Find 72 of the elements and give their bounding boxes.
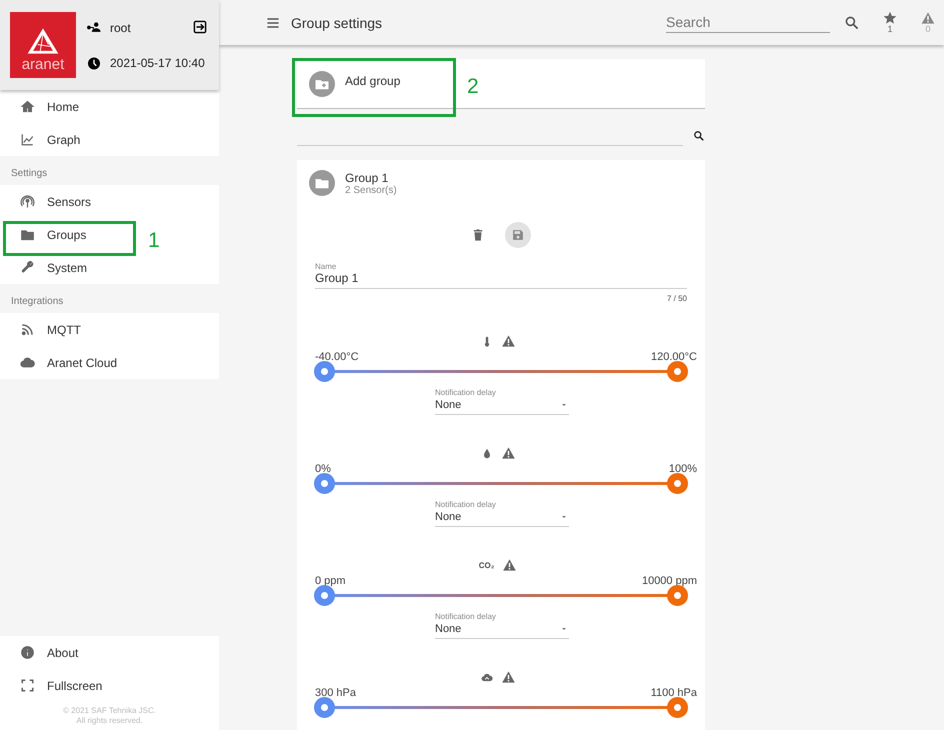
slider-thumb[interactable] bbox=[314, 473, 335, 494]
min-value: 300 hPa bbox=[315, 687, 356, 699]
logo-text: aranet bbox=[22, 56, 64, 74]
max-value: 120.00°C bbox=[651, 351, 697, 363]
cloud-icon bbox=[20, 355, 35, 370]
callout-number: 2 bbox=[467, 75, 479, 99]
favorites-button[interactable]: 1 bbox=[882, 11, 898, 34]
warning-icon bbox=[500, 446, 516, 460]
slider-thumb[interactable] bbox=[314, 697, 335, 718]
save-button[interactable] bbox=[505, 222, 531, 248]
nav-item[interactable]: Graph bbox=[0, 123, 120, 156]
fullscreen-icon bbox=[20, 678, 35, 693]
section-title: Integrations bbox=[10, 295, 64, 309]
slider-thumb[interactable] bbox=[667, 473, 688, 494]
max-value: 100% bbox=[668, 463, 697, 475]
chart-icon bbox=[20, 132, 35, 147]
nav-item[interactable]: Aranet Cloud bbox=[0, 346, 120, 379]
nav-item[interactable]: Groups bbox=[0, 218, 120, 251]
nav-item[interactable]: Sensors bbox=[0, 185, 120, 218]
triangle-logo-icon bbox=[25, 26, 61, 56]
callout-number: 1 bbox=[148, 229, 160, 253]
page-title: Group settings bbox=[291, 14, 384, 30]
logout-button[interactable] bbox=[193, 20, 209, 36]
warning-icon bbox=[500, 670, 516, 684]
username: root bbox=[110, 20, 132, 34]
max-value: 1100 hPa bbox=[650, 687, 697, 699]
notification-delay-dropdown[interactable]: Notification delay None bbox=[435, 388, 569, 415]
nav-item[interactable]: Home bbox=[0, 90, 120, 123]
slider-thumb[interactable] bbox=[667, 585, 688, 606]
min-value: 0% bbox=[315, 463, 331, 475]
feed-icon bbox=[20, 322, 35, 337]
copyright-text: All rights reserved. bbox=[75, 716, 144, 726]
warning-icon bbox=[500, 334, 516, 348]
info-icon bbox=[20, 645, 35, 660]
section-title: Settings bbox=[10, 167, 48, 181]
search-button[interactable] bbox=[693, 130, 705, 142]
search-field[interactable]: Search bbox=[666, 12, 830, 33]
co2-label: CO₂ bbox=[478, 560, 494, 570]
star-icon bbox=[883, 11, 897, 25]
notification-delay-dropdown[interactable]: Notification delay None bbox=[435, 500, 569, 527]
character-counter: 7 / 50 bbox=[666, 294, 687, 303]
group-name: Group 1 bbox=[345, 170, 388, 184]
nav-item[interactable]: System bbox=[0, 251, 120, 284]
slider-thumb[interactable] bbox=[667, 361, 688, 382]
add-folder-icon bbox=[309, 71, 335, 97]
warning-icon bbox=[921, 11, 935, 25]
name-field[interactable]: Name Group 1 bbox=[315, 262, 687, 289]
user-key-icon bbox=[86, 20, 102, 35]
slider-thumb[interactable] bbox=[314, 585, 335, 606]
min-value: -40.00°C bbox=[315, 351, 359, 363]
wrench-icon bbox=[20, 260, 35, 275]
search-icon bbox=[693, 130, 705, 142]
trash-icon bbox=[471, 228, 485, 242]
folder-icon bbox=[309, 170, 335, 196]
date-time: 2021-05-17 10:40 bbox=[110, 56, 206, 70]
home-icon bbox=[20, 99, 35, 114]
slider-thumb[interactable] bbox=[314, 361, 335, 382]
signal-icon bbox=[20, 194, 35, 209]
nav-item[interactable]: MQTT bbox=[0, 313, 120, 346]
copyright-text: © 2021 SAF Tehnika JSC. bbox=[62, 706, 157, 716]
notification-delay-dropdown[interactable]: Notification delay None bbox=[435, 612, 569, 639]
min-value: 0 ppm bbox=[315, 575, 346, 587]
search-button[interactable] bbox=[844, 14, 860, 30]
slider-thumb[interactable] bbox=[667, 697, 688, 718]
warning-icon bbox=[502, 558, 518, 572]
search-icon bbox=[844, 14, 860, 30]
nav-item[interactable]: About bbox=[0, 636, 120, 669]
sensor-count: 2 Sensor(s) bbox=[345, 184, 397, 196]
nav-item[interactable]: Fullscreen bbox=[0, 669, 120, 702]
clock-icon bbox=[86, 56, 102, 70]
max-value: 10000 ppm bbox=[642, 575, 697, 587]
logout-icon bbox=[193, 20, 207, 34]
